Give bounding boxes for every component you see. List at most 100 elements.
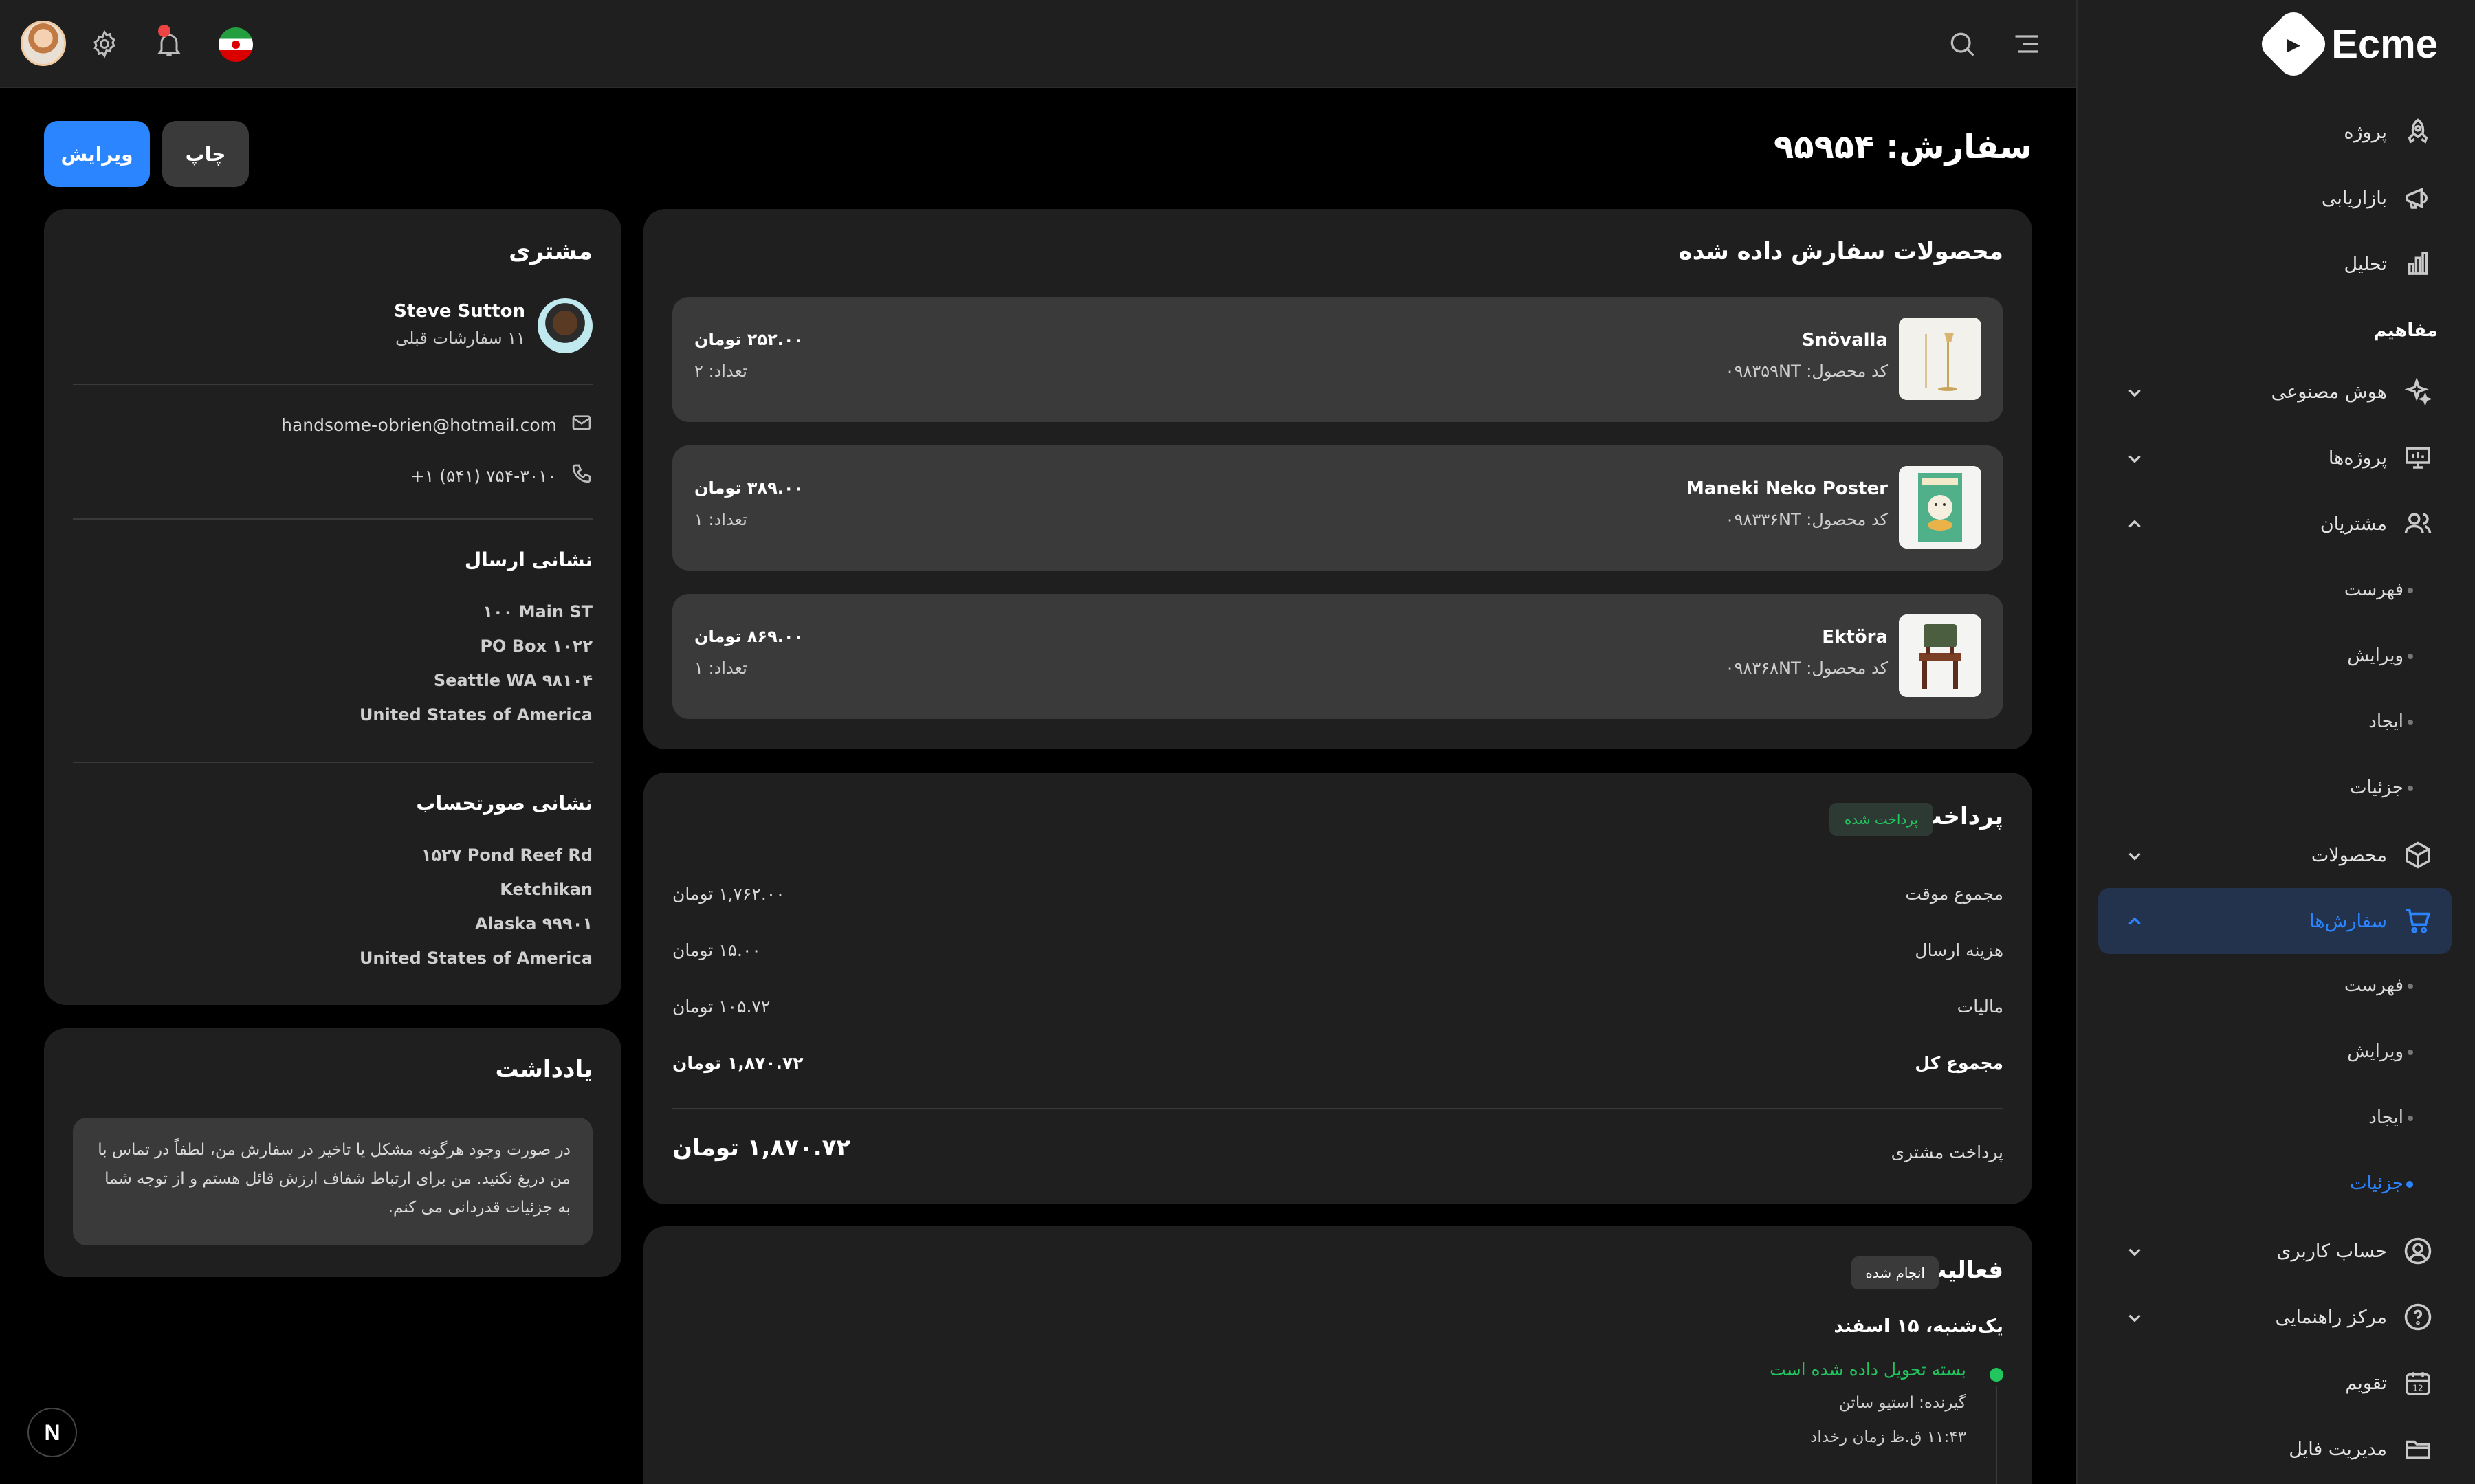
notification-dot [158, 25, 170, 37]
status-badge: پرداخت شده [1829, 803, 1933, 836]
divider [672, 1108, 2003, 1109]
sidebar-sub-customers-details[interactable]: جزئیات [2098, 760, 2452, 815]
payment-row-total: مجموع کل ۱,۸۷۰.۷۲ تومان [672, 1053, 2003, 1081]
product-price: ۸۶۹.۰۰ تومان [694, 627, 804, 646]
sidebar-sub-label: جزئیات [2350, 777, 2404, 798]
sidebar-sub-customers-edit[interactable]: ویرایش [2098, 628, 2452, 683]
dev-tools-badge[interactable]: N [28, 1408, 77, 1457]
product-image-chair [1899, 614, 1981, 697]
sidebar-item-projects[interactable]: پروژه‌ها [2098, 425, 2452, 491]
billing-address-line: United States of America [359, 949, 593, 968]
product-code: کد محصول: ۰۹۸۳۳۶NT [1725, 510, 1888, 529]
sidebar-item-help-center[interactable]: مرکز راهنمایی [2098, 1284, 2452, 1350]
sidebar-sub-orders-details[interactable]: جزئیات [2098, 1156, 2452, 1211]
sidebar-sub-label: جزئیات [2350, 1173, 2404, 1194]
customer-email[interactable]: handsome-obrien@hotmail.com [281, 411, 593, 439]
rocket-icon [2401, 115, 2435, 149]
sidebar-item-label: بازاریابی [2321, 187, 2387, 209]
sidebar-item-project[interactable]: پروژه [2098, 99, 2452, 165]
megaphone-icon [2401, 181, 2435, 215]
divider [73, 762, 593, 763]
sidebar-sub-customers-create[interactable]: ایجاد [2098, 694, 2452, 749]
ordered-products-card: محصولات سفارش داده شده Snövalla کد محصول… [644, 209, 2032, 749]
activity-card: فعالیت انجام شده یک‌شنبه، ۱۵ اسفند بسته … [644, 1226, 2032, 1484]
product-quantity: تعداد: ۲ [694, 362, 747, 381]
payment-label: مالیات [1957, 997, 2003, 1017]
gear-icon[interactable] [84, 23, 125, 65]
chevron-down-icon [2126, 1243, 2144, 1261]
print-button[interactable]: چاپ [162, 121, 249, 187]
user-avatar[interactable] [21, 21, 66, 66]
folder-icon [2401, 1432, 2435, 1466]
customer-avatar[interactable] [538, 298, 593, 353]
sidebar-sub-orders-edit[interactable]: ویرایش [2098, 1024, 2452, 1079]
sidebar-sub-label: ایجاد [2368, 711, 2404, 732]
sidebar-item-label: تحلیل [2344, 253, 2387, 275]
sidebar-item-label: پروژه [2344, 121, 2387, 143]
product-price: ۳۸۹.۰۰ تومان [694, 478, 804, 498]
iran-flag-icon[interactable] [219, 27, 253, 62]
note-card: یادداشت در صورت وجود هرگونه مشکل یا تاخی… [44, 1028, 622, 1277]
user-circle-icon [2401, 1234, 2435, 1268]
sidebar-sub-orders-create[interactable]: ایجاد [2098, 1090, 2452, 1145]
sidebar-item-label: سفارش‌ها [2309, 910, 2387, 932]
sidebar-item-label: محصولات [2311, 844, 2387, 866]
sidebar-heading: مفاهیم [2373, 320, 2438, 341]
customer-paid-value: ۱,۸۷۰.۷۲ تومان [672, 1134, 851, 1162]
phone-icon [571, 463, 593, 489]
sidebar-item-marketing[interactable]: بازاریابی [2098, 165, 2452, 231]
chevron-down-icon [2126, 450, 2144, 467]
product-row[interactable]: Snövalla کد محصول: ۰۹۸۳۵۹NT ۲۵۲.۰۰ تومان… [672, 297, 2003, 422]
product-row[interactable]: Ektöra کد محصول: ۰۹۸۳۶۸NT ۸۶۹.۰۰ تومان ت… [672, 594, 2003, 719]
sidebar-item-file-manager[interactable]: مدیریت فایل [2098, 1416, 2452, 1482]
divider [73, 384, 593, 385]
sidebar-item-calendar[interactable]: تقویم 12 [2098, 1350, 2452, 1416]
mail-icon [571, 412, 593, 438]
customer-paid-label: پرداخت مشتری [1891, 1142, 2003, 1162]
sidebar-item-products[interactable]: محصولات [2098, 822, 2452, 888]
sidebar-item-account[interactable]: حساب کاربری [2098, 1218, 2452, 1284]
billing-address-line: Ketchikan [500, 880, 593, 899]
sidebar-item-label: مدیریت فایل [2289, 1438, 2387, 1460]
sidebar-item-ai[interactable]: هوش مصنوعی [2098, 359, 2452, 425]
payment-row: مالیات ۱۰۵.۷۲ تومان [672, 997, 2003, 1024]
sidebar-item-customers[interactable]: مشتریان [2098, 491, 2452, 557]
shipping-address-line: PO Box ۱۰۲۲ [480, 636, 593, 656]
sidebar-item-label: تقویم [2345, 1372, 2387, 1394]
bullet-icon [2408, 1050, 2413, 1055]
product-row[interactable]: Maneki Neko Poster کد محصول: ۰۹۸۳۳۶NT ۳۸… [672, 445, 2003, 571]
activity-date: یک‌شنبه، ۱۵ اسفند [1834, 1316, 2003, 1337]
box-icon [2401, 838, 2435, 872]
product-image-lamp [1899, 318, 1981, 400]
billing-address-line: ۱۵۲۷ Pond Reef Rd [421, 845, 593, 865]
logo[interactable]: ▸ Ecme [2256, 5, 2438, 82]
svg-text:12: 12 [2412, 1383, 2423, 1393]
sidebar-sub-orders-list[interactable]: فهرست [2098, 958, 2452, 1013]
customer-name[interactable]: Steve Sutton [394, 301, 525, 322]
logo-text: Ecme [2331, 21, 2438, 67]
chevron-down-icon [2126, 847, 2144, 865]
payment-row: هزینه ارسال ۱۵.۰۰ تومان [672, 940, 2003, 968]
search-icon[interactable] [1942, 23, 1983, 65]
product-price: ۲۵۲.۰۰ تومان [694, 330, 804, 349]
activity-event: بسته تحویل داده شده است [1770, 1360, 1966, 1380]
bullet-icon [2408, 786, 2413, 791]
bullet-icon [2408, 654, 2413, 659]
bullet-icon [2406, 1181, 2413, 1188]
product-quantity: تعداد: ۱ [694, 510, 747, 529]
chevron-down-icon [2126, 1309, 2144, 1327]
email-text: handsome-obrien@hotmail.com [281, 414, 557, 435]
sidebar-item-analytics[interactable]: تحلیل [2098, 231, 2452, 297]
sidebar-item-orders[interactable]: سفارش‌ها [2098, 888, 2452, 954]
customer-phone[interactable]: +۱ (۵۴۱) ۷۵۴-۳۰۱۰ [410, 462, 593, 489]
payment-value: ۱۰۵.۷۲ تومان [672, 997, 771, 1017]
edit-button[interactable]: ویرایش [44, 121, 150, 187]
sidebar-sub-label: ویرایش [2347, 1041, 2404, 1062]
menu-icon[interactable] [2006, 23, 2047, 65]
top-header [0, 0, 2076, 88]
timeline-line [1996, 1386, 1997, 1484]
chevron-up-icon [2126, 516, 2144, 533]
sparkle-icon [2401, 375, 2435, 409]
sidebar-sub-customers-list[interactable]: فهرست [2098, 562, 2452, 617]
sidebar-sub-label: ایجاد [2368, 1107, 2404, 1128]
